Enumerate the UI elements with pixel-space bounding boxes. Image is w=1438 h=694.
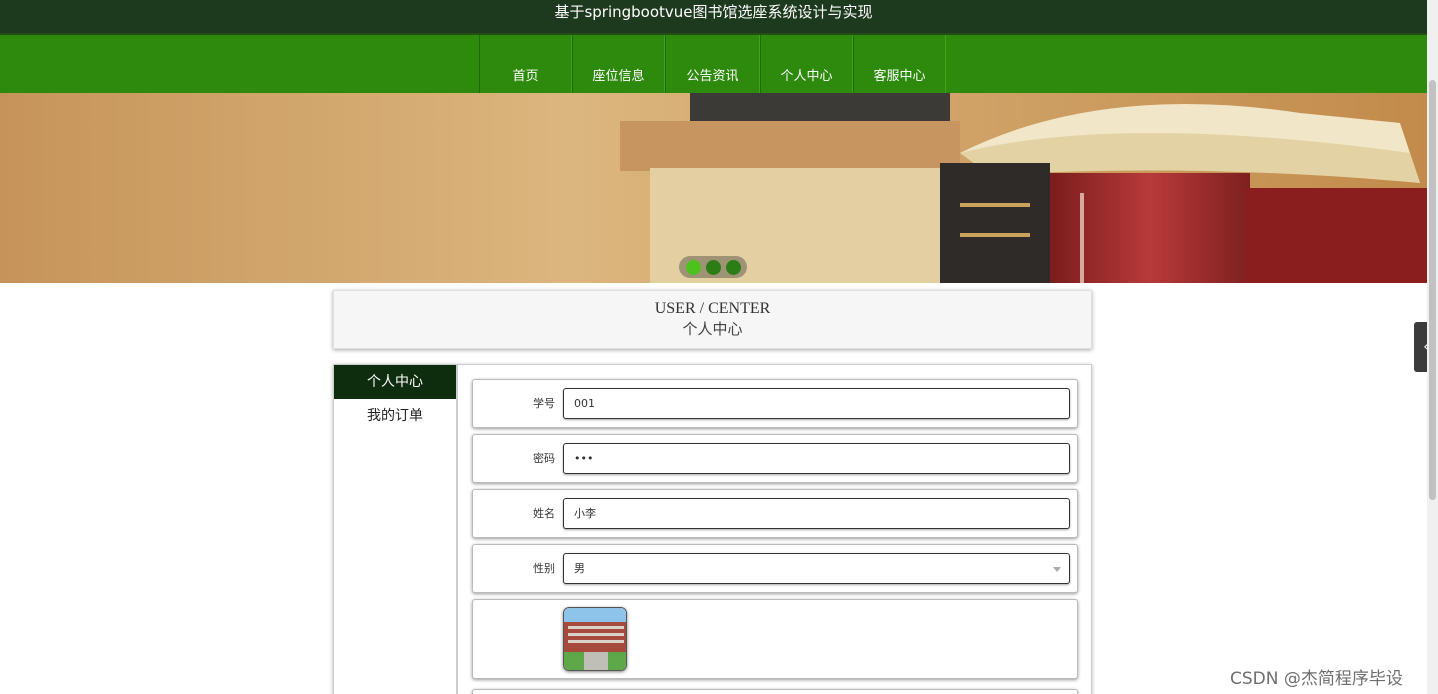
password-row: 密码 ••• (472, 434, 1078, 483)
avatar[interactable] (563, 607, 627, 671)
scrollbar-thumb[interactable] (1429, 80, 1436, 500)
site-title-bar: 基于springbootvue图书馆选座系统设计与实现 (0, 0, 1427, 33)
page-scrollbar[interactable] (1427, 0, 1438, 694)
site-title: 基于springbootvue图书馆选座系统设计与实现 (554, 3, 873, 21)
chevron-down-icon (1053, 567, 1061, 572)
nav-home[interactable]: 首页 (479, 35, 572, 95)
gender-label: 性别 (533, 562, 555, 575)
nav-announcements[interactable]: 公告资讯 (665, 35, 760, 95)
banner-image (0, 93, 1427, 283)
side-menu-item-my-orders[interactable]: 我的订单 (334, 399, 456, 433)
watermark: CSDN @杰简程序毕设 (1230, 669, 1403, 689)
carousel-dot[interactable] (705, 259, 721, 275)
password-label: 密码 (533, 452, 555, 465)
banner-carousel[interactable] (0, 93, 1427, 283)
side-menu: 个人中心 我的订单 (334, 365, 458, 694)
student-id-label: 学号 (533, 397, 555, 410)
section-title-cn: 个人中心 (682, 322, 743, 338)
password-input[interactable]: ••• (563, 443, 1070, 474)
gender-select-value: 男 (574, 562, 585, 575)
carousel-indicators (679, 256, 747, 278)
next-field-row (472, 689, 1078, 694)
carousel-dot[interactable] (685, 259, 701, 275)
nav-customer-service[interactable]: 客服中心 (853, 35, 946, 95)
user-center-panel: 个人中心 我的订单 学号 001 密码 ••• 姓名 小李 性别 男 (333, 364, 1092, 694)
gender-row: 性别 男 (472, 544, 1078, 593)
name-row: 姓名 小李 (472, 489, 1078, 538)
nav-seat-info[interactable]: 座位信息 (572, 35, 665, 95)
section-header: USER / CENTER 个人中心 (333, 290, 1092, 349)
name-input[interactable]: 小李 (563, 498, 1070, 529)
avatar-image (564, 608, 626, 670)
photo-row (472, 599, 1078, 679)
student-id-row: 学号 001 (472, 379, 1078, 428)
side-menu-item-user-center[interactable]: 个人中心 (334, 365, 456, 399)
section-title-en: USER / CENTER (654, 300, 771, 317)
student-id-input[interactable]: 001 (563, 388, 1070, 419)
nav-user-center[interactable]: 个人中心 (760, 35, 853, 95)
gender-select[interactable]: 男 (563, 553, 1070, 584)
main-nav: 首页 座位信息 公告资讯 个人中心 客服中心 (0, 33, 1427, 95)
name-label: 姓名 (533, 507, 555, 520)
carousel-dot[interactable] (725, 259, 741, 275)
